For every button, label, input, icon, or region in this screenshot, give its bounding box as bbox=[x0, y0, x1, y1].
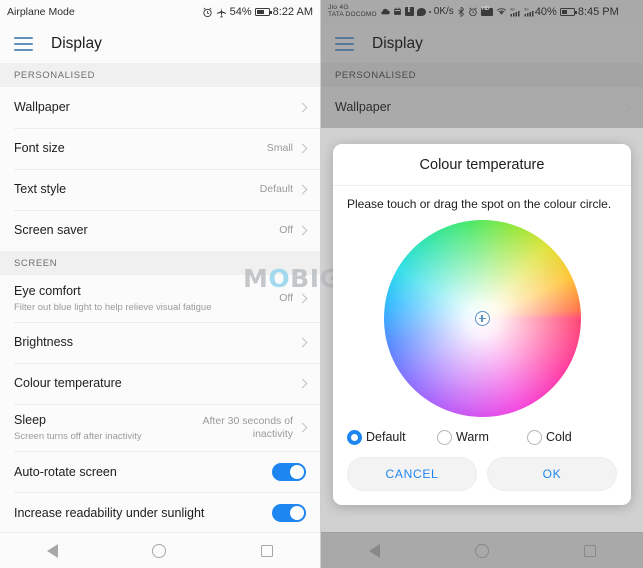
section-header-personalised: PERSONALISED bbox=[0, 63, 320, 87]
dual-screenshot: Airplane Mode 54% 8:22 AM Display PERSON… bbox=[0, 0, 643, 568]
hamburger-icon[interactable] bbox=[14, 36, 33, 51]
radio-mark-icon bbox=[347, 429, 362, 445]
crosshair-spot-icon[interactable] bbox=[474, 310, 490, 326]
radio-option-cold[interactable]: Cold bbox=[527, 429, 617, 445]
auto-rotate-toggle[interactable] bbox=[272, 462, 306, 481]
radio-label: Default bbox=[366, 430, 406, 445]
row-title: Sleep bbox=[14, 413, 46, 428]
airplane-icon bbox=[216, 7, 226, 18]
home-icon[interactable] bbox=[152, 543, 167, 558]
right-phone-screen: Jio 4G TATA DOCOMO 0K/s bbox=[321, 0, 643, 568]
list-item-brightness[interactable]: Brightness bbox=[0, 322, 320, 364]
list-item-eye-comfort[interactable]: Eye comfort Filter out blue light to hel… bbox=[0, 275, 320, 323]
list-item-screen-saver[interactable]: Screen saver Off bbox=[0, 210, 320, 251]
battery-icon bbox=[254, 8, 272, 16]
chevron-right-icon bbox=[297, 337, 308, 348]
battery-percent: 54% bbox=[229, 6, 252, 18]
dialog-description: Please touch or drag the spot on the col… bbox=[347, 197, 612, 211]
row-title: Eye comfort bbox=[14, 284, 81, 298]
row-value: Default bbox=[259, 182, 293, 195]
status-bar-left: Airplane Mode bbox=[7, 6, 75, 18]
radio-option-warm[interactable]: Warm bbox=[437, 429, 527, 445]
chevron-right-icon bbox=[297, 102, 308, 113]
radio-mark-icon bbox=[527, 429, 542, 445]
dialog-title: Colour temperature bbox=[333, 144, 631, 186]
airplane-mode-label: Airplane Mode bbox=[7, 6, 75, 18]
list-item-auto-rotate-screen[interactable]: Auto-rotate screen bbox=[0, 451, 320, 493]
row-subtitle: Filter out blue light to help relieve vi… bbox=[14, 301, 212, 313]
row-title: Wallpaper bbox=[14, 100, 70, 115]
dialog-body: Please touch or drag the spot on the col… bbox=[333, 186, 631, 417]
settings-list: PERSONALISED Wallpaper Font size Small T… bbox=[0, 63, 320, 534]
row-value: Off bbox=[279, 292, 293, 305]
row-value: Off bbox=[279, 223, 293, 236]
row-title: Font size bbox=[14, 141, 65, 156]
row-title: Increase readability under sunlight bbox=[14, 505, 205, 520]
clock-time: 8:22 AM bbox=[272, 6, 313, 18]
row-title: Text style bbox=[14, 182, 67, 197]
list-item-sleep[interactable]: Sleep Screen turns off after inactivity … bbox=[0, 404, 320, 452]
radio-mark-icon bbox=[437, 429, 452, 445]
row-title: Colour temperature bbox=[14, 376, 122, 391]
alarm-icon bbox=[202, 7, 212, 17]
list-item-text-style[interactable]: Text style Default bbox=[0, 169, 320, 210]
list-item-colour-temperature[interactable]: Colour temperature bbox=[0, 363, 320, 405]
row-value: After 30 seconds of inactivity bbox=[202, 414, 293, 440]
app-bar: Display bbox=[0, 24, 320, 63]
status-bar-right: 54% 8:22 AM bbox=[202, 6, 313, 18]
chevron-right-icon bbox=[297, 422, 308, 433]
radio-option-default[interactable]: Default bbox=[347, 429, 437, 445]
row-title: Auto-rotate screen bbox=[14, 464, 117, 479]
recents-icon[interactable] bbox=[260, 544, 273, 557]
left-phone-screen: Airplane Mode 54% 8:22 AM Display PERSON… bbox=[0, 0, 321, 568]
increase-readability-toggle[interactable] bbox=[272, 503, 306, 522]
list-item-increase-readability[interactable]: Increase readability under sunlight bbox=[0, 492, 320, 534]
cancel-button[interactable]: CANCEL bbox=[347, 456, 477, 491]
row-title: Brightness bbox=[14, 335, 74, 350]
page-title: Display bbox=[51, 34, 102, 52]
colour-wheel-container bbox=[347, 219, 617, 417]
chevron-right-icon bbox=[297, 293, 308, 304]
section-header-screen: SCREEN bbox=[0, 251, 320, 275]
row-value: Small bbox=[266, 141, 293, 154]
chevron-right-icon bbox=[297, 378, 308, 389]
dialog-actions: CANCEL OK bbox=[333, 447, 631, 505]
radio-label: Cold bbox=[546, 430, 572, 445]
colour-temperature-dialog: Colour temperature Please touch or drag … bbox=[333, 144, 631, 505]
chevron-right-icon bbox=[297, 143, 308, 154]
list-item-font-size[interactable]: Font size Small bbox=[0, 128, 320, 169]
chevron-right-icon bbox=[297, 225, 308, 236]
row-subtitle: Screen turns off after inactivity bbox=[14, 431, 142, 443]
chevron-right-icon bbox=[297, 184, 308, 195]
back-icon[interactable] bbox=[47, 543, 59, 558]
colour-wheel[interactable] bbox=[383, 219, 581, 417]
radio-label: Warm bbox=[456, 430, 489, 445]
ok-button[interactable]: OK bbox=[487, 456, 617, 491]
status-bar: Airplane Mode 54% 8:22 AM bbox=[0, 0, 320, 24]
navigation-bar bbox=[0, 532, 320, 568]
list-item-wallpaper[interactable]: Wallpaper bbox=[0, 87, 320, 128]
temperature-options: Default Warm Cold bbox=[333, 417, 631, 447]
row-title: Screen saver bbox=[14, 223, 88, 238]
